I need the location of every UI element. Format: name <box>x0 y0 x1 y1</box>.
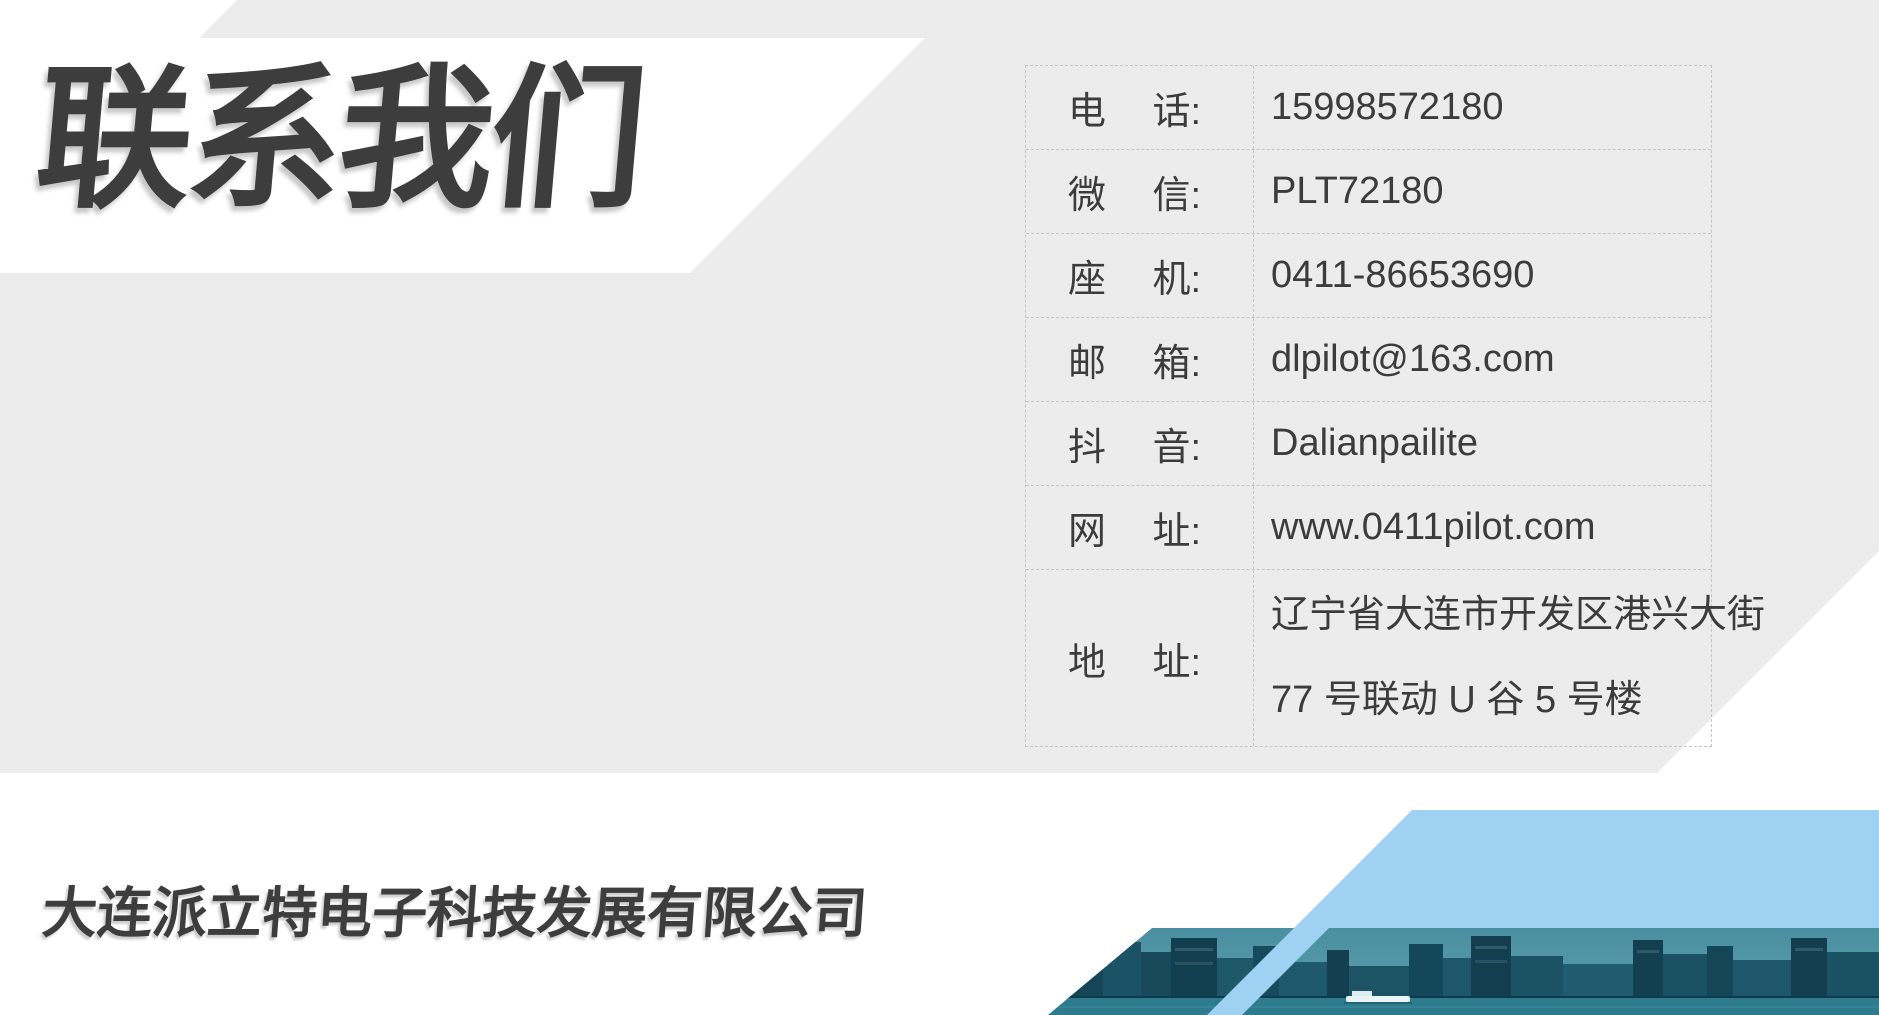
city-skyline-photo <box>1048 928 1879 1015</box>
phone-label-char1: 电 <box>1068 80 1106 135</box>
website-label-char1: 网 <box>1068 500 1106 555</box>
address-value: 辽宁省大连市开发区港兴大街 77 号联动 U 谷 5 号楼 <box>1254 570 1765 746</box>
table-row-email: 邮 箱: dlpilot@163.com <box>1026 318 1711 402</box>
address-label: 地 址: <box>1068 631 1201 686</box>
douyin-label-char1: 抖 <box>1068 416 1106 471</box>
douyin-label-char2: 音: <box>1152 416 1201 471</box>
wechat-label-char1: 微 <box>1068 164 1106 219</box>
table-row-website: 网 址: www.0411pilot.com <box>1026 486 1711 570</box>
address-label-char1: 地 <box>1068 631 1106 686</box>
website-label-char2: 址: <box>1152 500 1201 555</box>
email-label: 邮 箱: <box>1068 332 1201 387</box>
phone-label: 电 话: <box>1068 80 1201 135</box>
contact-table: 电 话: 15998572180 微 信: PLT72180 座 机: <box>1025 65 1712 747</box>
city-skyline-graphic <box>1048 928 1879 1015</box>
address-label-cell: 地 址: <box>1026 570 1254 746</box>
phone-label-cell: 电 话: <box>1026 66 1254 149</box>
phone-value: 15998572180 <box>1254 66 1711 149</box>
landline-label: 座 机: <box>1068 248 1201 303</box>
table-row-address: 地 址: 辽宁省大连市开发区港兴大街 77 号联动 U 谷 5 号楼 <box>1026 570 1711 746</box>
email-label-char2: 箱: <box>1152 332 1201 387</box>
table-row-phone: 电 话: 15998572180 <box>1026 66 1711 150</box>
landline-label-char2: 机: <box>1152 248 1201 303</box>
address-label-char2: 址: <box>1152 631 1201 686</box>
email-label-cell: 邮 箱: <box>1026 318 1254 401</box>
wechat-label: 微 信: <box>1068 164 1201 219</box>
wechat-label-char2: 信: <box>1152 164 1201 219</box>
landline-label-char1: 座 <box>1068 248 1106 303</box>
slide-contact-page: 联系我们 电 话: 15998572180 微 信: PLT72180 <box>0 0 1879 1015</box>
wechat-value: PLT72180 <box>1254 150 1711 233</box>
company-name: 大连派立特电子科技发展有限公司 <box>40 880 870 946</box>
table-row-douyin: 抖 音: Dalianpailite <box>1026 402 1711 486</box>
page-title: 联系我们 <box>30 55 649 225</box>
email-value: dlpilot@163.com <box>1254 318 1711 401</box>
website-label-cell: 网 址: <box>1026 486 1254 569</box>
douyin-value: Dalianpailite <box>1254 402 1711 485</box>
email-label-char1: 邮 <box>1068 332 1106 387</box>
landline-value: 0411-86653690 <box>1254 234 1711 317</box>
landline-label-cell: 座 机: <box>1026 234 1254 317</box>
douyin-label-cell: 抖 音: <box>1026 402 1254 485</box>
address-line-1: 辽宁省大连市开发区港兴大街 <box>1271 573 1765 658</box>
website-label: 网 址: <box>1068 500 1201 555</box>
phone-label-char2: 话: <box>1152 80 1201 135</box>
wechat-label-cell: 微 信: <box>1026 150 1254 233</box>
table-row-landline: 座 机: 0411-86653690 <box>1026 234 1711 318</box>
address-line-2: 77 号联动 U 谷 5 号楼 <box>1271 658 1643 743</box>
table-row-wechat: 微 信: PLT72180 <box>1026 150 1711 234</box>
website-value: www.0411pilot.com <box>1254 486 1711 569</box>
douyin-label: 抖 音: <box>1068 416 1201 471</box>
